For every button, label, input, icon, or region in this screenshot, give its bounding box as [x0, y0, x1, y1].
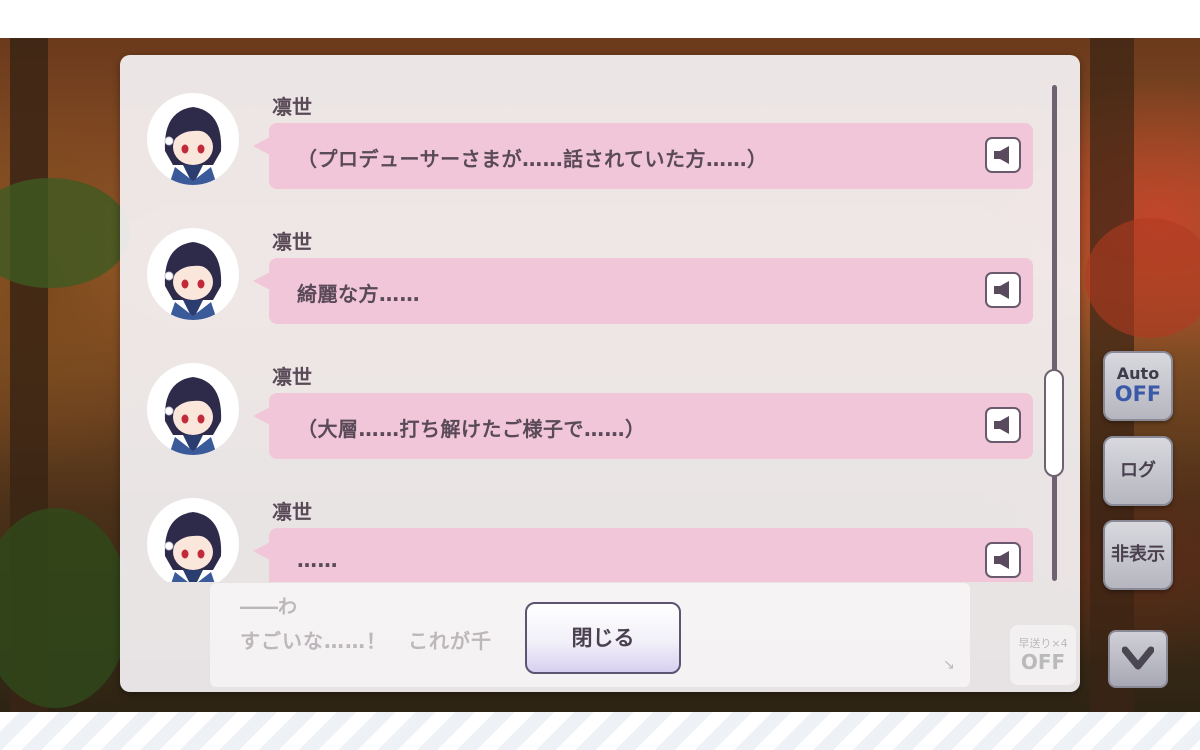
hide-ui-label: 非表示	[1111, 544, 1165, 565]
auto-label: Auto	[1116, 364, 1160, 383]
auto-toggle-button[interactable]: Auto OFF	[1103, 351, 1173, 421]
log-button-label: ログ	[1120, 460, 1156, 481]
bubble-tail	[253, 137, 270, 155]
menu-toggle-button[interactable]	[1108, 630, 1168, 688]
voice-replay-button[interactable]	[985, 137, 1021, 173]
speaker-name: 凛世	[272, 500, 312, 524]
character-avatar	[147, 228, 239, 320]
underlying-dialog-line: ――わ	[240, 596, 298, 618]
foliage	[0, 178, 130, 288]
top-letterbox	[0, 0, 1200, 38]
voice-replay-button[interactable]	[985, 272, 1021, 308]
log-entry: 凛世 綺麗な方……	[120, 190, 1050, 325]
auto-state: OFF	[1114, 382, 1162, 406]
bubble-tail	[253, 542, 270, 560]
log-list[interactable]: 凛世 （プロデューサーさまが……話されていた方……） 凛世 綺麗な方…… 凛世 …	[120, 55, 1050, 582]
fast-forward-label: 早送り×4	[1018, 637, 1068, 650]
fast-forward-button[interactable]: 早送り×4 OFF	[1010, 625, 1076, 685]
speaker-name: 凛世	[272, 95, 312, 119]
log-entry: 凛世 （大層……打ち解けたご様子で……）	[120, 325, 1050, 460]
bubble-tail	[253, 272, 270, 290]
dialogue-text: （大層……打ち解けたご様子で……）	[297, 417, 646, 441]
speaker-name: 凛世	[272, 365, 312, 389]
log-scrollbar-track[interactable]	[1052, 85, 1057, 581]
bottom-letterbox	[0, 712, 1200, 750]
log-panel: ――わ すごいな……！ これが千 ↘ 早送り×4 OFF 凛世 （プロデューサー…	[120, 55, 1080, 692]
log-scrollbar-thumb[interactable]	[1044, 369, 1064, 477]
fast-forward-state: OFF	[1020, 650, 1066, 674]
bubble-tail	[253, 407, 270, 425]
close-log-button[interactable]: 閉じる	[525, 602, 681, 674]
character-avatar	[147, 363, 239, 455]
dialogue-text: ……	[297, 548, 338, 572]
dialogue-text: （プロデューサーさまが……話されていた方……）	[297, 147, 768, 171]
log-entry: 凛世 （プロデューサーさまが……話されていた方……）	[120, 55, 1050, 190]
voice-replay-button[interactable]	[985, 407, 1021, 443]
log-entry: 凛世 ……	[120, 460, 1050, 582]
log-button[interactable]: ログ	[1103, 436, 1173, 506]
underlying-dialog-line: すごいな……！ これが千	[240, 629, 492, 653]
character-avatar	[147, 498, 239, 582]
foliage	[0, 508, 130, 708]
dialogue-bubble	[269, 528, 1033, 582]
character-avatar	[147, 93, 239, 185]
hide-ui-button[interactable]: 非表示	[1103, 520, 1173, 590]
next-arrow-icon: ↘	[943, 657, 955, 673]
speaker-name: 凛世	[272, 230, 312, 254]
voice-replay-button[interactable]	[985, 542, 1021, 578]
dialogue-text: 綺麗な方……	[297, 282, 420, 306]
